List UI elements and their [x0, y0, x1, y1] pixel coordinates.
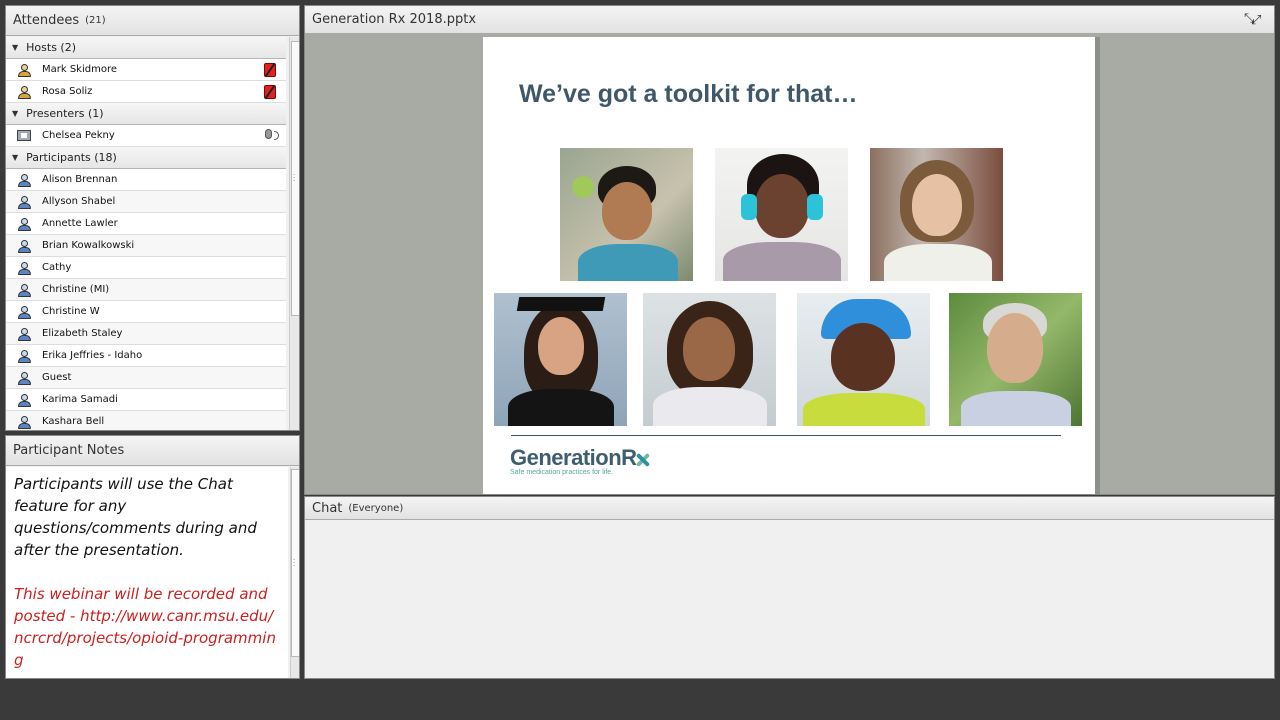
photo-pharmacist — [870, 148, 1003, 281]
attendee-row[interactable]: Karima Samadi — [6, 389, 286, 411]
participant-user-icon — [17, 349, 31, 363]
share-title: Generation Rx 2018.pptx — [312, 12, 477, 27]
share-header: Generation Rx 2018.pptx — [305, 6, 1274, 34]
chat-header: Chat (Everyone) — [305, 497, 1274, 520]
group-label: Presenters (1) — [26, 107, 104, 120]
attendee-name: Brian Kowalkowski — [42, 240, 135, 251]
participant-user-icon — [17, 283, 31, 297]
photo-patient — [643, 293, 776, 426]
photo-child — [560, 148, 693, 281]
participant-user-icon — [17, 261, 31, 275]
attendee-name: Erika Jeffries - Idaho — [42, 350, 143, 361]
notes-paragraph-chat: Participants will use the Chat feature f… — [14, 475, 257, 559]
collapse-triangle-icon[interactable]: ▼ — [12, 153, 18, 162]
attendees-title: Attendees — [13, 13, 80, 28]
attendee-row[interactable]: Elizabeth Staley — [6, 323, 286, 345]
attendee-name: Karima Samadi — [42, 394, 118, 405]
collapse-triangle-icon[interactable]: ▼ — [12, 109, 18, 118]
mic-muted-icon[interactable] — [262, 62, 278, 78]
scrollbar-grip-icon: · · · — [293, 171, 296, 185]
attendee-name: Alison Brennan — [42, 174, 118, 185]
attendee-name: Christine W — [42, 306, 100, 317]
participant-user-icon — [17, 415, 31, 429]
notes-title: Participant Notes — [13, 443, 125, 458]
group-host[interactable]: ▼ Hosts (2) — [6, 37, 286, 59]
participant-user-icon — [17, 217, 31, 231]
attendee-name: Kashara Bell — [42, 416, 105, 427]
collapse-triangle-icon[interactable]: ▼ — [12, 43, 18, 52]
participant-notes-pod: Participant Notes Participants will use … — [5, 435, 300, 679]
participant-user-icon — [17, 393, 31, 407]
logo-x-icon — [635, 453, 649, 467]
attendee-row[interactable]: Chelsea Pekny — [6, 125, 286, 147]
attendee-name: Annette Lawler — [42, 218, 118, 229]
attendees-count: (21) — [85, 15, 106, 26]
participant-user-icon — [17, 195, 31, 209]
group-presenter[interactable]: ▼ Presenters (1) — [6, 103, 286, 125]
attendee-name: Mark Skidmore — [42, 64, 118, 75]
chat-messages — [305, 521, 1274, 678]
chat-pod: Chat (Everyone) — [304, 496, 1275, 679]
attendee-list-scrollbar[interactable]: · · · — [289, 37, 299, 430]
notes-scrollbar[interactable]: · · · — [290, 467, 299, 678]
participant-user-icon — [17, 305, 31, 319]
scrollbar-grip-icon: · · · — [293, 556, 296, 570]
attendee-row[interactable]: Brian Kowalkowski — [6, 235, 286, 257]
attendee-name: Rosa Soliz — [42, 86, 93, 97]
host-user-icon — [17, 63, 31, 77]
notes-paragraph-recording: This webinar will be recorded and posted… — [14, 585, 276, 669]
host-user-icon — [17, 85, 31, 99]
attendee-name: Chelsea Pekny — [42, 130, 115, 141]
attendee-name: Cathy — [42, 262, 72, 273]
slide-shadow — [1095, 37, 1100, 494]
logo-text: GenerationR — [510, 445, 637, 470]
mic-active-icon[interactable] — [262, 128, 279, 144]
attendees-pod: Attendees (21) ▼ Hosts (2) Mark Skidmore Ro… — [5, 5, 300, 431]
generation-rx-logo: GenerationR Safe medication practices fo… — [510, 445, 649, 476]
photo-graduate — [494, 293, 627, 426]
group-label: Participants (18) — [26, 151, 117, 164]
notes-body: Participants will use the Chat feature f… — [6, 467, 288, 678]
photo-worker — [797, 293, 930, 426]
photo-senior — [949, 293, 1082, 426]
attendees-header: Attendees (21) — [6, 6, 299, 36]
presenter-icon — [17, 129, 31, 143]
attendee-row[interactable]: Mark Skidmore — [6, 59, 286, 81]
participant-user-icon — [17, 327, 31, 341]
participant-user-icon — [17, 239, 31, 253]
attendee-row[interactable]: Guest — [6, 367, 286, 389]
share-pod: Generation Rx 2018.pptx ⤡ ⤢ We’ve got a t… — [304, 5, 1275, 495]
attendee-list: ▼ Hosts (2) Mark Skidmore Rosa Soliz ▼ Presen… — [6, 37, 286, 430]
group-participant[interactable]: ▼ Participants (18) — [6, 147, 286, 169]
attendee-name: Elizabeth Staley — [42, 328, 123, 339]
fullscreen-icon[interactable]: ⤡ ⤢ — [1244, 12, 1262, 28]
chat-scope: (Everyone) — [348, 502, 404, 514]
participant-user-icon — [17, 173, 31, 187]
attendee-row[interactable]: Kashara Bell — [6, 411, 286, 430]
attendee-name: Guest — [42, 372, 72, 383]
attendee-row[interactable]: Annette Lawler — [6, 213, 286, 235]
attendee-row[interactable]: Erika Jeffries - Idaho — [6, 345, 286, 367]
presentation-slide: We’ve got a toolkit for that… Generation… — [483, 37, 1095, 494]
mic-muted-icon[interactable] — [262, 84, 278, 100]
notes-header: Participant Notes — [6, 436, 299, 466]
attendee-row[interactable]: Allyson Shabel — [6, 191, 286, 213]
attendee-row[interactable]: Alison Brennan — [6, 169, 286, 191]
photo-teen-headphones — [715, 148, 848, 281]
attendee-row[interactable]: Christine W — [6, 301, 286, 323]
slide-heading: We’ve got a toolkit for that… — [519, 80, 858, 108]
attendee-name: Christine (MI) — [42, 284, 110, 295]
chat-title: Chat — [312, 500, 343, 516]
attendee-row[interactable]: Rosa Soliz — [6, 81, 286, 103]
slide-divider — [511, 435, 1061, 436]
group-label: Hosts (2) — [26, 41, 77, 54]
attendee-row[interactable]: Christine (MI) — [6, 279, 286, 301]
attendee-row[interactable]: Cathy — [6, 257, 286, 279]
attendee-name: Allyson Shabel — [42, 196, 116, 207]
participant-user-icon — [17, 371, 31, 385]
